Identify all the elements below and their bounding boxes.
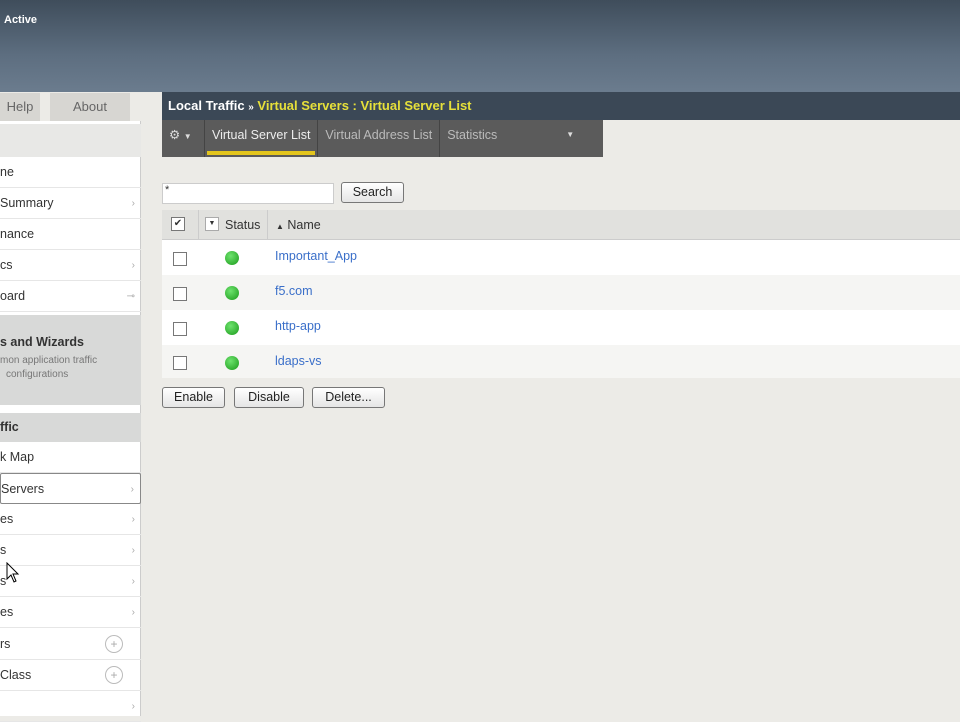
virtual-server-link[interactable]: http-app (275, 319, 321, 333)
tab-virtual-address-list[interactable]: Virtual Address List (318, 120, 441, 157)
tab-statistics[interactable]: Statistics ▼ (440, 120, 582, 157)
tab-bar: ⚙ ▼ Virtual Server List Virtual Address … (162, 120, 603, 157)
wizards-desc: mon application traffic (0, 355, 98, 366)
sidebar-item-label: cs (0, 258, 13, 272)
status-header-label: Status (225, 218, 261, 232)
table-row: Important_App (162, 240, 960, 275)
chevron-right-icon: › (131, 545, 135, 556)
row-checkbox[interactable] (173, 287, 187, 301)
disable-button[interactable]: Disable (234, 387, 304, 408)
sidebar-item-label: nance (0, 227, 35, 241)
chevron-right-icon: › (131, 514, 135, 525)
add-circle-icon[interactable]: + (105, 635, 123, 653)
chevron-down-icon: ▼ (566, 130, 575, 139)
chevron-down-icon: ▼ (183, 132, 192, 141)
name-header-label: Name (287, 218, 321, 232)
status-text: Active (4, 14, 38, 26)
row-checkbox[interactable] (173, 322, 187, 336)
sidebar-item-label: oard (0, 289, 26, 303)
sidebar-item[interactable]: oard ⊸ (0, 281, 141, 312)
virtual-server-link[interactable]: Important_App (275, 249, 357, 263)
status-green-icon (225, 356, 239, 370)
sidebar-item-label: Class (0, 668, 32, 682)
sidebar-item-label: es (0, 605, 14, 619)
wizards-desc: configurations (6, 369, 69, 380)
sidebar-item-label: es (0, 512, 14, 526)
mouse-cursor-icon (6, 562, 20, 583)
sidebar-item[interactable]: nance (0, 219, 141, 250)
sidebar-item-label: Servers (1, 482, 45, 496)
sidebar-item[interactable]: › (0, 691, 141, 722)
sidebar-item-label: rs (0, 637, 11, 651)
search-button[interactable]: Search (341, 182, 404, 203)
sidebar-item[interactable]: es › (0, 597, 141, 628)
sidebar-item-label: ne (0, 165, 14, 179)
wizards-title: s and Wizards (0, 335, 84, 349)
row-checkbox[interactable] (173, 252, 187, 266)
tab-about[interactable]: About (50, 93, 130, 121)
sidebar-item-virtual-servers[interactable]: Servers › (0, 473, 141, 504)
chevron-down-icon[interactable]: ▼ (205, 217, 219, 231)
delete-button[interactable]: Delete... (312, 387, 385, 408)
sidebar-item[interactable]: es › (0, 504, 141, 535)
sidebar-item-label: Summary (0, 196, 54, 210)
breadcrumb-current: Virtual Servers : Virtual Server List (257, 98, 472, 113)
status-green-icon (225, 251, 239, 265)
select-all-checkbox[interactable]: ✔ (171, 217, 185, 231)
tab-label: Statistics (447, 128, 498, 142)
breadcrumb: Local Traffic » Virtual Servers : Virtua… (162, 92, 960, 120)
chevron-right-icon: › (131, 701, 135, 712)
row-checkbox[interactable] (173, 356, 187, 370)
chevron-right-icon: › (131, 198, 135, 209)
status-green-icon (225, 286, 239, 300)
header-banner: Active (0, 0, 960, 92)
gear-menu-button[interactable]: ⚙ ▼ (162, 120, 205, 157)
virtual-server-link[interactable]: ldaps-vs (275, 354, 322, 368)
sidebar-item[interactable]: k Map (0, 442, 141, 473)
wizards-section[interactable]: s and Wizards mon application traffic co… (0, 315, 141, 405)
status-green-icon (225, 321, 239, 335)
enable-button[interactable]: Enable (162, 387, 225, 408)
tab-virtual-server-list[interactable]: Virtual Server List (205, 120, 319, 157)
chevron-right-icon: › (131, 576, 135, 587)
sidebar-item[interactable]: Summary › (0, 188, 141, 219)
search-input[interactable]: * (162, 183, 334, 204)
sidebar-item[interactable]: cs › (0, 250, 141, 281)
sidebar-item[interactable]: rs + (0, 629, 141, 660)
tab-help[interactable]: Help (0, 93, 40, 121)
virtual-server-link[interactable]: f5.com (275, 284, 313, 298)
chevron-right-icon: › (131, 260, 135, 271)
chevron-right-icon: › (131, 607, 135, 618)
sidebar-item[interactable]: Class + (0, 660, 141, 691)
chevron-right-icon: › (130, 484, 134, 495)
sidebar-item[interactable]: ne (0, 157, 141, 188)
table-row: f5.com (162, 275, 960, 310)
table-row: ldaps-vs (162, 345, 960, 378)
local-traffic-section[interactable]: ffic (0, 413, 141, 442)
pin-icon: ⊸ (126, 291, 135, 302)
sidebar-item-label: s (0, 543, 7, 557)
breadcrumb-separator: » (248, 102, 254, 113)
sidebar-item-label: k Map (0, 450, 35, 464)
sidebar: ne Summary › nance cs › oard ⊸ s and Wizard… (0, 121, 141, 722)
name-column-header[interactable]: ▲ Name (276, 218, 321, 232)
status-column-header[interactable]: ▼ Status (198, 210, 268, 240)
table-row: http-app (162, 310, 960, 345)
gear-icon: ⚙ (169, 128, 181, 142)
table-header: ✔ ▼ Status ▲ Name (162, 210, 960, 240)
breadcrumb-root[interactable]: Local Traffic (168, 98, 245, 113)
sort-asc-icon: ▲ (276, 222, 284, 231)
sidebar-header (0, 124, 141, 157)
add-circle-icon[interactable]: + (105, 666, 123, 684)
